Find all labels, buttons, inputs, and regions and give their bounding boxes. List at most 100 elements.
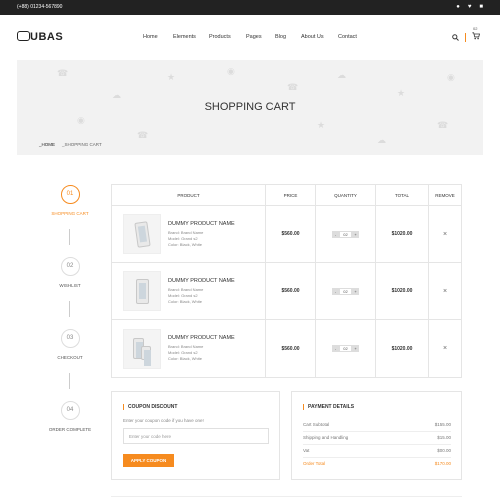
coupon-input[interactable] xyxy=(123,428,269,444)
cart-button[interactable]: 02 xyxy=(472,26,481,42)
coupon-panel: COUPON DISCOUNT Enter your coupon code i… xyxy=(111,391,280,480)
breadcrumb-current: _SHOPPING CART xyxy=(62,142,102,147)
product-price: $560.00 xyxy=(281,288,300,294)
product-color: Color: Black, White xyxy=(168,298,203,304)
product-image[interactable] xyxy=(123,328,161,369)
breadcrumb: _HOME _SHOPPING CART xyxy=(39,142,102,147)
step-connector xyxy=(69,373,70,389)
nav-products[interactable]: Products xyxy=(209,34,231,40)
nav-home[interactable]: Home xyxy=(143,34,158,40)
step-number: 02 xyxy=(60,257,80,276)
search-icon[interactable] xyxy=(452,33,459,41)
table-row: DUMMY PRODUCT NAME Brand: Brand Name Mod… xyxy=(112,320,461,377)
step-connector xyxy=(69,301,70,317)
nav-elements[interactable]: Elements xyxy=(173,34,196,40)
step-number: 04 xyxy=(60,401,80,420)
product-color: Color: Black, White xyxy=(168,356,203,361)
close-icon[interactable]: × xyxy=(443,288,447,295)
page-banner: ☎ ☁ ★ ◉ ☎ ☁ ★ ◉ ◉ ☎ ★ ☁ ☎ SHOPPING CART … xyxy=(17,60,483,155)
pattern-icon: ☎ xyxy=(137,130,149,140)
nav-contact[interactable]: Contact xyxy=(338,34,357,40)
step-label: CHECKOUT xyxy=(57,355,83,360)
pattern-icon: ★ xyxy=(167,72,176,82)
logo[interactable]: UBAS xyxy=(17,31,63,43)
quantity-stepper: - 02 + xyxy=(332,345,359,352)
pattern-icon: ★ xyxy=(317,120,326,130)
divider xyxy=(465,32,466,42)
header-product: PRODUCT xyxy=(112,185,266,205)
payment-title: PAYMENT DETAILS xyxy=(303,404,354,410)
increment-button[interactable]: + xyxy=(352,287,359,295)
quantity-input[interactable]: 02 xyxy=(339,345,352,352)
close-icon[interactable]: × xyxy=(443,231,447,238)
step-label: SHOPPING CART xyxy=(51,211,89,216)
pattern-icon: ★ xyxy=(397,88,406,98)
decrement-button[interactable]: - xyxy=(332,345,339,352)
user-icon[interactable]: ● xyxy=(456,3,460,11)
pattern-icon: ◉ xyxy=(77,115,85,125)
step-checkout[interactable]: 03 CHECKOUT xyxy=(40,329,100,360)
page-title: SHOPPING CART xyxy=(204,101,296,113)
row-total: $1020.00 xyxy=(391,231,413,237)
apply-coupon-button[interactable]: APPLY COUPON xyxy=(123,454,174,467)
quantity-stepper: - 02 + xyxy=(332,287,359,295)
pattern-icon: ☁ xyxy=(112,90,121,100)
row-total: $1020.00 xyxy=(391,288,413,294)
breadcrumb-home[interactable]: _HOME xyxy=(39,142,55,147)
bag-icon[interactable]: ■ xyxy=(479,3,483,11)
increment-button[interactable]: + xyxy=(352,345,359,352)
heart-icon[interactable]: ♥ xyxy=(468,3,472,11)
product-price: $560.00 xyxy=(281,345,300,352)
product-name[interactable]: DUMMY PRODUCT NAME xyxy=(168,278,235,284)
top-bar: (+88) 01234-567890 ● ♥ ■ xyxy=(0,0,500,15)
close-icon[interactable]: × xyxy=(443,345,447,352)
product-name[interactable]: DUMMY PRODUCT NAME xyxy=(168,221,235,227)
product-name[interactable]: DUMMY PRODUCT NAME xyxy=(168,335,235,341)
divider xyxy=(111,496,462,497)
pattern-icon: ☁ xyxy=(377,135,386,145)
step-number: 01 xyxy=(60,185,80,204)
pattern-icon: ☎ xyxy=(287,82,299,92)
product-image[interactable] xyxy=(123,271,161,311)
decrement-button[interactable]: - xyxy=(332,287,339,295)
payment-row-subtotal: Cart Subtotal $155.00 xyxy=(303,419,451,432)
logo-mark xyxy=(17,31,30,41)
cart-icon xyxy=(472,32,481,40)
pattern-icon: ◉ xyxy=(227,66,235,76)
nav-blog[interactable]: Blog xyxy=(275,34,286,40)
nav-about[interactable]: About Us xyxy=(301,34,324,40)
header-remove: REMOVE xyxy=(435,192,455,198)
payment-panel: PAYMENT DETAILS Cart Subtotal $155.00 Shi… xyxy=(291,391,462,480)
pattern-icon: ◉ xyxy=(447,72,455,82)
step-shopping-cart[interactable]: 01 SHOPPING CART xyxy=(40,185,100,216)
row-total: $1020.00 xyxy=(391,345,413,352)
phone-number: (+88) 01234-567890 xyxy=(17,4,63,10)
coupon-title: COUPON DISCOUNT xyxy=(123,404,177,410)
table-row: DUMMY PRODUCT NAME Brand: Brand Name Mod… xyxy=(112,263,461,320)
increment-button[interactable]: + xyxy=(352,230,359,238)
coupon-hint: Enter your coupon code if you have one! xyxy=(123,418,204,423)
quantity-input[interactable]: 02 xyxy=(339,287,352,295)
cart-count: 02 xyxy=(473,26,478,31)
payment-row-total: Order Total $170.00 xyxy=(303,461,451,466)
header-price: PRICE xyxy=(266,185,316,205)
pattern-icon: ☎ xyxy=(57,68,69,78)
quantity-input[interactable]: 02 xyxy=(339,230,352,238)
payment-row-vat: Vat $00.00 xyxy=(303,445,451,458)
step-order-complete[interactable]: 04 ORDER COMPLETE xyxy=(40,401,100,432)
step-number: 03 xyxy=(60,329,80,348)
table-header: PRODUCT PRICE QUANTITY TOTAL REMOVE xyxy=(112,185,461,206)
header: UBAS Home Elements Products Pages Blog A… xyxy=(0,15,500,60)
decrement-button[interactable]: - xyxy=(332,230,339,238)
header-quantity: QUANTITY xyxy=(316,185,376,205)
product-color: Color: Black, White xyxy=(168,241,203,247)
nav-pages[interactable]: Pages xyxy=(246,34,262,40)
step-wishlist[interactable]: 02 WISHLIST xyxy=(40,257,100,288)
payment-row-shipping: Shipping and Handling $15.00 xyxy=(303,432,451,445)
header-total: TOTAL xyxy=(376,185,429,205)
product-price: $560.00 xyxy=(281,231,300,237)
pattern-icon: ☎ xyxy=(437,120,449,130)
step-label: WISHLIST xyxy=(59,283,81,288)
product-image[interactable] xyxy=(123,214,161,254)
step-label: ORDER COMPLETE xyxy=(48,427,92,432)
